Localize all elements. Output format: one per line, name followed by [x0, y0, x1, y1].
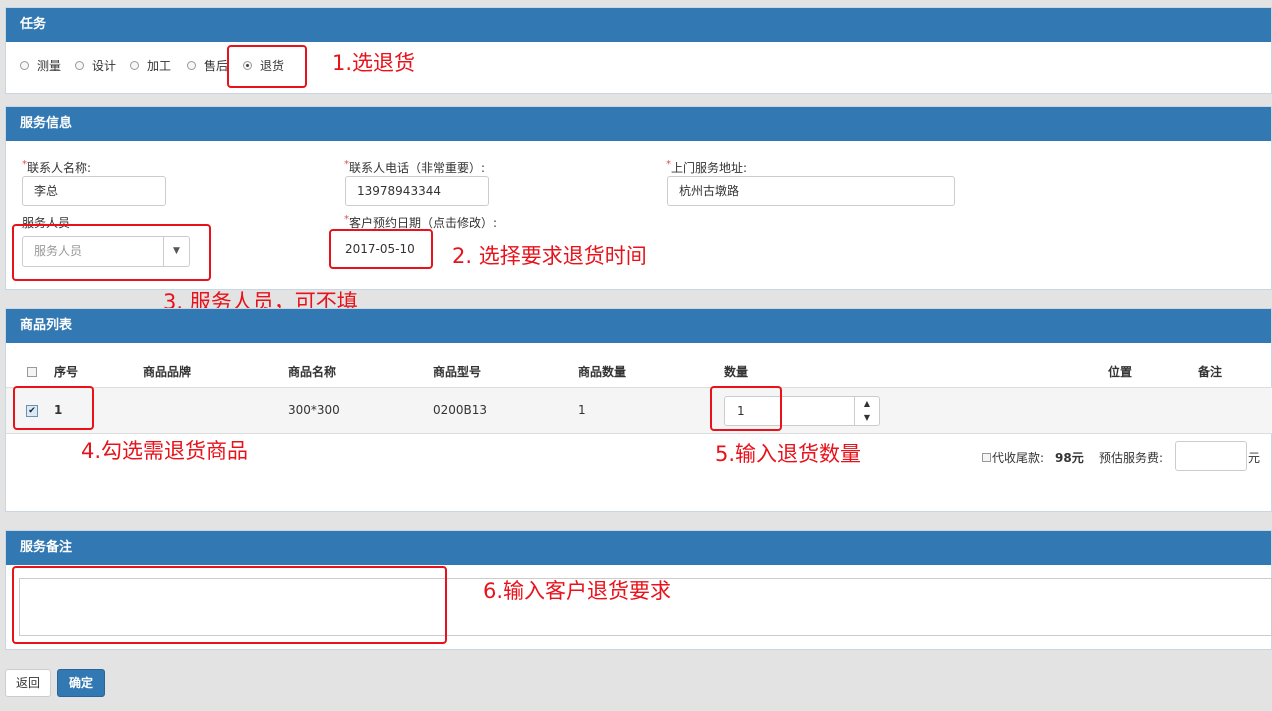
- annotation-text-6: 6.输入客户退货要求: [483, 579, 672, 603]
- radio-process[interactable]: 加工: [130, 57, 171, 74]
- contact-name-input[interactable]: 李总: [22, 176, 166, 206]
- radio-label: 售后: [204, 59, 229, 73]
- confirm-button[interactable]: 确定: [57, 669, 105, 697]
- col-name: 商品名称: [288, 365, 337, 379]
- fee-input[interactable]: [1175, 441, 1247, 471]
- fee-unit: 元: [1248, 451, 1261, 465]
- col-remark: 备注: [1198, 365, 1223, 379]
- annotation-box-6: [12, 566, 447, 644]
- row-model: 0200B13: [433, 403, 488, 417]
- radio-aftersales[interactable]: 售后: [187, 57, 228, 74]
- fee-label: 预估服务费:: [1099, 451, 1164, 465]
- col-qty: 数量: [724, 365, 749, 379]
- stepper-up-icon[interactable]: ▲: [854, 397, 879, 411]
- address-label: *上门服务地址:: [666, 159, 748, 175]
- remarks-title: 服务备注: [6, 531, 1271, 565]
- radio-design[interactable]: 设计: [75, 57, 116, 74]
- select-all-checkbox[interactable]: [27, 367, 37, 377]
- collect-checkbox[interactable]: [982, 453, 991, 462]
- col-count: 商品数量: [578, 365, 627, 379]
- row-name: 300*300: [288, 403, 340, 417]
- annotation-text-5: 5.输入退货数量: [715, 442, 862, 466]
- contact-name-label: *联系人名称:: [22, 159, 92, 175]
- stepper-down-icon[interactable]: ▼: [854, 411, 879, 425]
- goods-title: 商品列表: [6, 309, 1271, 343]
- task-panel-title: 任务: [6, 8, 1271, 42]
- contact-phone-input[interactable]: 13978943344: [345, 176, 489, 206]
- radio-label: 设计: [92, 59, 117, 73]
- collect-value: 98元: [1055, 451, 1084, 465]
- col-brand: 商品品牌: [143, 365, 192, 379]
- radio-label: 测量: [37, 59, 62, 73]
- annotation-text-1: 1.选退货: [332, 51, 416, 75]
- annotation-text-2: 2. 选择要求退货时间: [452, 244, 647, 268]
- annotation-box-2: [329, 229, 433, 269]
- radio-icon: [187, 61, 196, 70]
- annotation-box-5: [710, 386, 782, 431]
- radio-icon: [20, 61, 29, 70]
- table-row: [6, 388, 1272, 434]
- col-position: 位置: [1108, 365, 1133, 379]
- annotation-box-1: [227, 45, 307, 88]
- contact-phone-label: *联系人电话（非常重要）:: [344, 159, 486, 175]
- radio-icon: [130, 61, 139, 70]
- back-button[interactable]: 返回: [5, 669, 51, 697]
- col-index: 序号: [54, 365, 79, 379]
- collect-label: 代收尾款:: [992, 451, 1045, 465]
- annotation-text-4: 4.勾选需退货商品: [81, 439, 249, 463]
- annotation-box-4: [13, 386, 94, 430]
- radio-label: 加工: [147, 59, 172, 73]
- address-input[interactable]: 杭州古墩路: [667, 176, 955, 206]
- row-count: 1: [578, 403, 586, 417]
- radio-measure[interactable]: 测量: [20, 57, 61, 74]
- radio-icon: [75, 61, 84, 70]
- service-info-title: 服务信息: [6, 107, 1271, 141]
- task-panel: 任务: [5, 7, 1272, 94]
- annotation-box-3: [12, 224, 211, 281]
- col-model: 商品型号: [433, 365, 482, 379]
